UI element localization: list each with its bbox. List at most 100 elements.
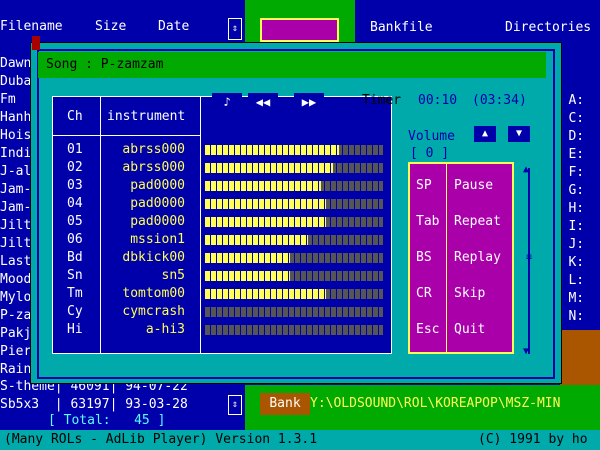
key-code: Tab [416,214,440,229]
level-meter [205,217,383,227]
channel-number: 03 [67,178,83,193]
slider-down-arrow-icon[interactable]: ▼ [523,346,529,357]
key-code: BS [416,250,432,265]
instrument-bar-inner [260,18,339,42]
channel-number: 02 [67,160,83,175]
channel-row[interactable]: Tm tomtom00 [53,285,201,303]
rewind-icon[interactable]: ◀◀ [248,93,278,111]
channel-header: Ch [67,109,83,124]
level-meter-fill [205,199,326,209]
level-meter [205,145,383,155]
channel-row[interactable]: 01 abrss000 [53,141,201,159]
volume-value: [ 0 ] [410,146,450,161]
dialog-marker [32,36,40,50]
instrument-name: abrss000 [122,160,185,175]
key-action: Skip [454,286,486,301]
status-copyright: (C) 1991 by ho [478,432,588,447]
channel-row[interactable]: 02 abrss000 [53,159,201,177]
key-action: Quit [454,322,486,337]
song-title-bar: Song : P-zamzam [38,52,546,78]
key-command-skip[interactable]: CR Skip [410,276,516,312]
level-meter-fill [205,271,290,281]
instrument-name: pad0000 [130,214,185,229]
channel-table: Ch instrument 01 abrss000 02 abrss000 03 pad0… [52,96,202,354]
volume-label: Volume [408,129,455,144]
file-scroll-down-icon[interactable]: ⇕ [228,395,242,415]
level-meter-fill [205,217,326,227]
timer-label: Timer [362,93,402,108]
instrument-name: abrss000 [122,142,185,157]
channel-row[interactable]: Sn sn5 [53,267,201,285]
timer-total: (03:34) [472,93,527,108]
volume-down-icon[interactable]: ▼ [508,126,530,142]
key-code: Esc [416,322,440,337]
level-meter [205,289,383,299]
size-header[interactable]: Size [95,19,126,34]
channel-number: Cy [67,304,83,319]
level-meter-fill [205,253,290,263]
level-meter-fill [205,145,339,155]
channel-number: Bd [67,250,83,265]
level-meter [205,235,383,245]
level-meter [205,199,383,209]
channel-row[interactable]: 03 pad0000 [53,177,201,195]
channel-row[interactable]: 04 pad0000 [53,195,201,213]
level-meter [205,253,383,263]
instrument-header: instrument [107,109,186,124]
volume-up-icon[interactable]: ▲ [474,126,496,142]
key-command-pause[interactable]: SP Pause [410,168,516,204]
slider-up-arrow-icon[interactable]: ▲ [523,164,529,175]
level-meter-fill [205,289,326,299]
key-action: Pause [454,178,494,193]
measure-beat-readout: M/B=0010/04(0107) [212,113,346,128]
forward-icon[interactable]: ▶▶ [294,93,324,111]
key-command-repeat[interactable]: Tab Repeat [410,204,516,240]
volume-slider[interactable]: ▲ ≡ ▼ [522,164,536,357]
instrument-name: pad0000 [130,196,185,211]
instrument-name: sn5 [161,268,185,283]
level-meter-fill [205,235,308,245]
level-meter-fill [205,181,321,191]
instrument-name: dbkick00 [122,250,185,265]
file-total: [ Total: 45 ] [48,413,166,428]
status-bar: (Many ROLs - AdLib Player) Version 1.3.1… [0,430,600,450]
channel-row[interactable]: Cy cymcrash [53,303,201,321]
channel-row[interactable]: Bd dbkick00 [53,249,201,267]
date-header[interactable]: Date [158,19,189,34]
key-command-panel: SP Pause Tab Repeat BS Replay CR Skip Esc Quit [408,162,514,354]
timer-value: 00:10 [418,93,458,108]
channel-number: 05 [67,214,83,229]
channel-number: Tm [67,286,83,301]
filename-header[interactable]: Filename [0,19,63,34]
channel-row[interactable]: 06 mssion1 [53,231,201,249]
file-row[interactable]: Sb5x3 | 63197| 93-03-28 [0,396,245,414]
channel-number: Hi [67,322,83,337]
file-list-header: Filename Size Date [0,18,232,38]
channel-number: 06 [67,232,83,247]
channel-row[interactable]: Hi a-hi3 [53,321,201,339]
key-command-quit[interactable]: Esc Quit [410,312,516,348]
level-meters [200,96,392,354]
channel-row[interactable]: 05 pad0000 [53,213,201,231]
level-meter [205,325,383,335]
instrument-name: pad0000 [130,178,185,193]
directories-title[interactable]: Directories [505,20,591,35]
bank-label: Bank [260,393,310,415]
note-icon[interactable]: ♪ [212,93,242,111]
channel-number: 01 [67,142,83,157]
song-title: Song : P-zamzam [46,57,164,72]
key-code: CR [416,286,432,301]
key-action: Repeat [454,214,501,229]
level-meter [205,271,383,281]
key-action: Replay [454,250,501,265]
level-meter [205,307,383,317]
table-header-divider [53,135,201,136]
level-meter [205,181,383,191]
file-scroll-up-icon[interactable]: ⇕ [228,18,242,40]
key-command-replay[interactable]: BS Replay [410,240,516,276]
key-code: SP [416,178,432,193]
bank-path[interactable]: Y:\OLDSOUND\ROL\KOREAPOP\MSZ-MIN [310,393,560,415]
instrument-name: mssion1 [130,232,185,247]
slider-thumb-icon[interactable]: ≡ [522,252,536,264]
bankfile-title[interactable]: Bankfile [370,20,433,35]
